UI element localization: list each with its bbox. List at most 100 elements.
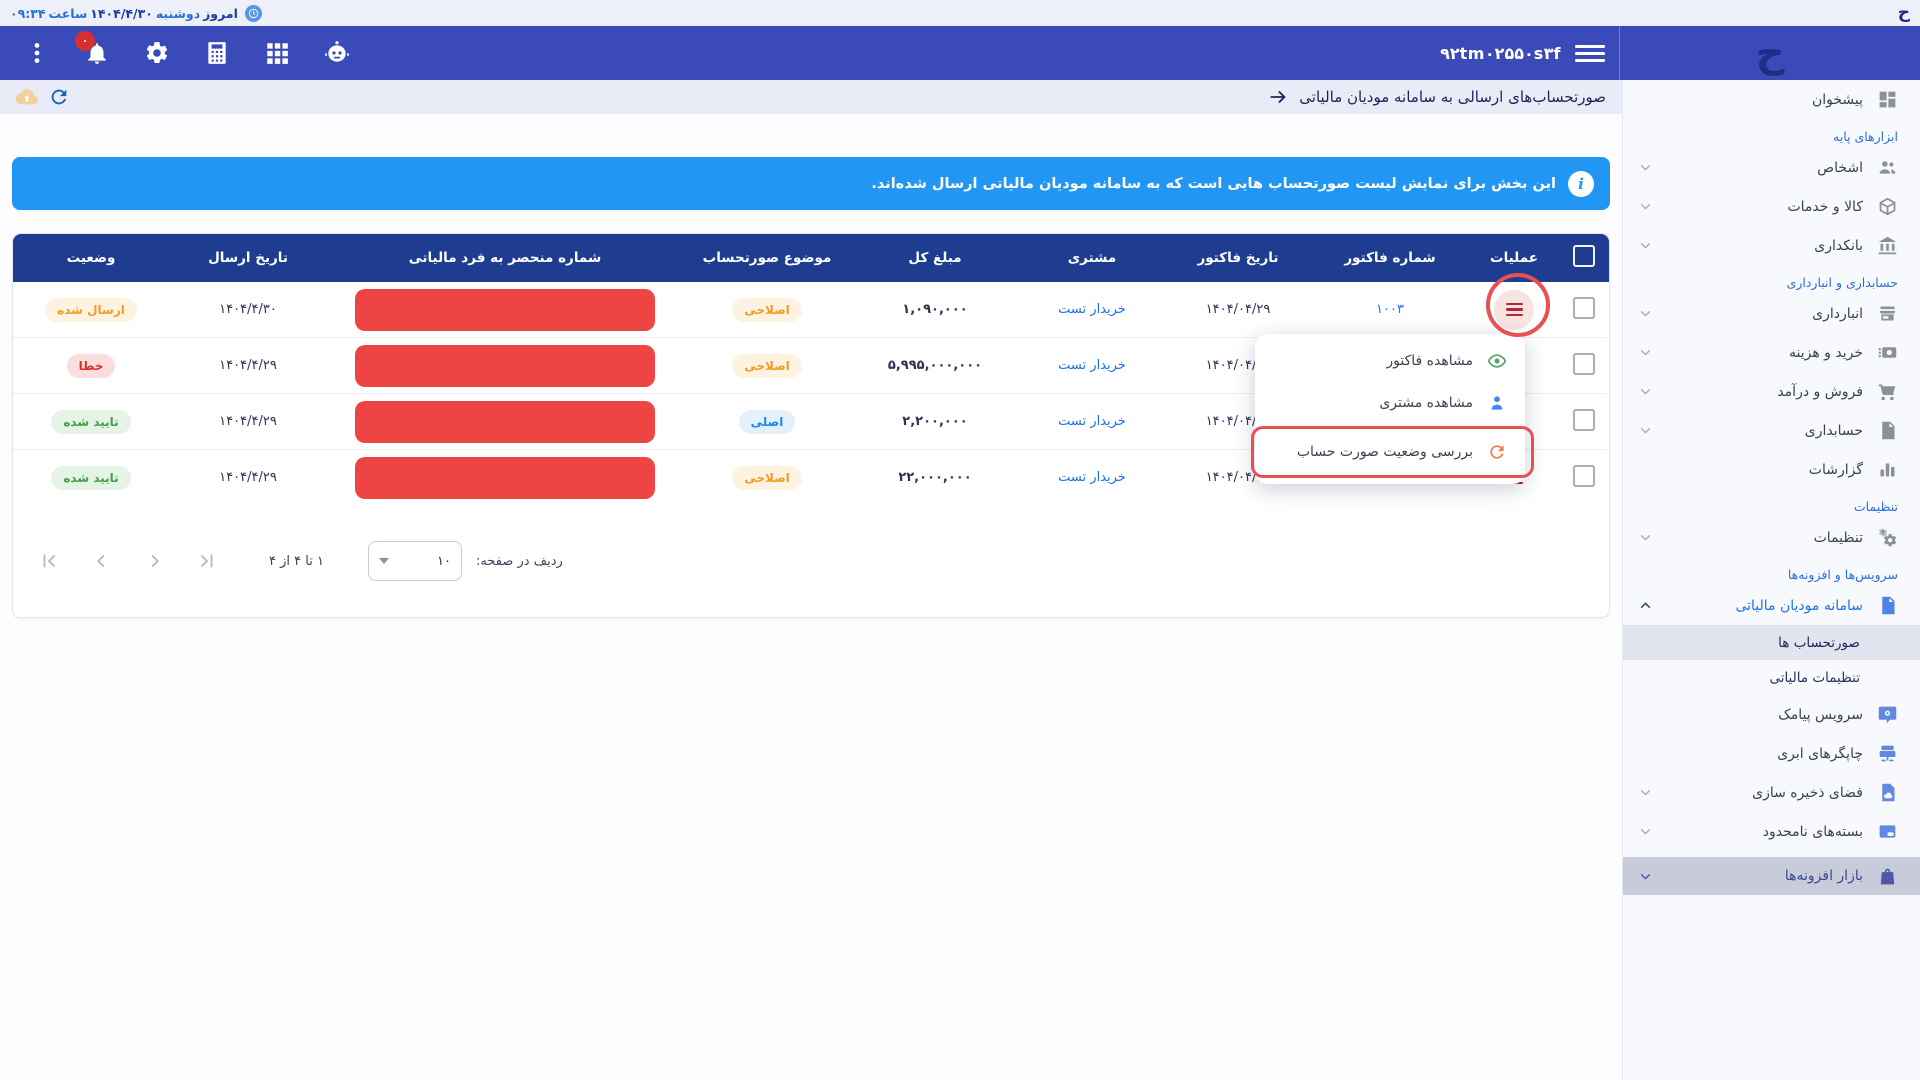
- bank-icon: [1877, 235, 1898, 256]
- sidebar-item-people[interactable]: اشخاص: [1623, 148, 1920, 187]
- chevron-down-icon: [1637, 159, 1654, 176]
- sent-date: ۱۴۰۴/۴/۲۹: [169, 450, 327, 506]
- kebab-menu-icon[interactable]: [24, 40, 50, 66]
- status-badge: ارسال شده: [45, 298, 137, 322]
- sent-date: ۱۴۰۴/۴/۲۹: [169, 394, 327, 450]
- sidebar-section-services: سرویس‌ها و افزونه‌ها: [1623, 557, 1920, 586]
- cart-icon: [1877, 381, 1898, 402]
- refresh-icon[interactable]: [48, 86, 70, 108]
- tax-uid-redacted: [355, 401, 655, 443]
- col-total: مبلغ کل: [851, 234, 1019, 282]
- previous-page-button[interactable]: [91, 550, 113, 572]
- rows-per-page-value: ۱۰: [437, 554, 451, 569]
- invoice-number-link[interactable]: ۱۰۰۳: [1376, 302, 1404, 317]
- workspace-id[interactable]: ۹۲tm۰۲۵۵۰s۳f: [1440, 44, 1561, 63]
- header-select-all[interactable]: [1559, 234, 1609, 282]
- sidebar-logo-zone: ح: [1619, 26, 1920, 80]
- sidebar-item-banking[interactable]: بانکداری: [1623, 226, 1920, 265]
- chevron-down-icon: [1637, 305, 1654, 322]
- app-window: ح امروز دوشنبه ۱۴۰۴/۴/۳۰ ساعت ۰۹:۳۴ ح ۹۲…: [0, 0, 1920, 1080]
- sidebar-item-dashboard[interactable]: پیشخوان: [1623, 80, 1920, 119]
- customer-link[interactable]: خریدار تست: [1058, 358, 1126, 373]
- chart-icon: [1877, 459, 1898, 480]
- last-page-button[interactable]: [195, 550, 217, 572]
- subject-badge: اصلاحی: [732, 298, 802, 322]
- rows-per-page-label: ردیف در صفحه:: [476, 554, 563, 569]
- today-label: امروز: [203, 6, 238, 21]
- sidebar-item-unlimited-packages[interactable]: بسته‌های نامحدود: [1623, 812, 1920, 851]
- customer-link[interactable]: خریدار تست: [1058, 414, 1126, 429]
- menu-item-label: بررسی وضعیت صورت حساب: [1297, 444, 1473, 460]
- people-icon: [1877, 157, 1898, 178]
- customer-link[interactable]: خریدار تست: [1058, 470, 1126, 485]
- sidebar-section-basics: ابزارهای پایه: [1623, 119, 1920, 148]
- apps-grid-icon[interactable]: [264, 40, 290, 66]
- menu-toggle-icon[interactable]: [1575, 38, 1605, 68]
- row-checkbox[interactable]: [1573, 409, 1595, 431]
- sidebar-item-tax-system[interactable]: سامانه مودیان مالیاتی: [1623, 586, 1920, 625]
- menu-item-view-customer[interactable]: مشاهده مشتری: [1255, 382, 1525, 424]
- date-value: ۱۴۰۴/۴/۳۰: [90, 6, 153, 21]
- row-actions-menu: مشاهده فاکتور مشاهده مشتری بررسی وضعیت ص…: [1255, 334, 1525, 484]
- back-arrow-icon[interactable]: [1267, 86, 1289, 108]
- menu-item-view-invoice[interactable]: مشاهده فاکتور: [1255, 340, 1525, 382]
- sidebar: پیشخوان ابزارهای پایه اشخاص کالا و خدمات…: [1622, 80, 1920, 1080]
- cloud-upload-icon[interactable]: [16, 86, 38, 108]
- notifications-bell-icon[interactable]: ۰: [84, 40, 110, 66]
- calculator-icon[interactable]: [204, 40, 230, 66]
- col-customer: مشتری: [1019, 234, 1165, 282]
- menu-item-label: مشاهده مشتری: [1379, 395, 1473, 411]
- sent-date: ۱۴۰۴/۴/۲۹: [169, 338, 327, 394]
- menu-item-label: مشاهده فاکتور: [1386, 353, 1473, 369]
- first-page-button[interactable]: [39, 550, 61, 572]
- sidebar-item-accounting[interactable]: حسابداری: [1623, 411, 1920, 450]
- sidebar-subitem-invoices[interactable]: صورتحساب ها: [1623, 625, 1920, 660]
- status-badge: تایید شده: [51, 410, 130, 434]
- chevron-down-icon: [1637, 784, 1654, 801]
- sidebar-item-goods-services[interactable]: کالا و خدمات: [1623, 187, 1920, 226]
- sidebar-item-sales[interactable]: فروش و درآمد: [1623, 372, 1920, 411]
- sent-date: ۱۴۰۴/۴/۳۰: [169, 282, 327, 338]
- chevron-down-icon: [1637, 422, 1654, 439]
- status-badge: تایید شده: [51, 466, 130, 490]
- storage-icon: [1877, 782, 1898, 803]
- sidebar-item-purchases[interactable]: خرید و هزینه: [1623, 333, 1920, 372]
- dashboard-icon: [1877, 89, 1898, 110]
- row-checkbox[interactable]: [1573, 465, 1595, 487]
- sidebar-item-addons-market[interactable]: بازار افزونه‌ها: [1623, 857, 1920, 895]
- assistant-bot-icon[interactable]: [324, 40, 350, 66]
- tax-uid-redacted: [355, 289, 655, 331]
- sidebar-item-sms-service[interactable]: سرویس پیامک: [1623, 695, 1920, 734]
- select-all-checkbox[interactable]: [1573, 245, 1595, 267]
- sidebar-item-reports[interactable]: گزارشات: [1623, 450, 1920, 489]
- sidebar-item-storage[interactable]: فضای ذخیره سازی: [1623, 773, 1920, 812]
- settings-gear-icon[interactable]: [144, 40, 170, 66]
- total-amount: ۵,۹۹۵,۰۰۰,۰۰۰: [851, 338, 1019, 394]
- cash-icon: [1877, 342, 1898, 363]
- person-icon: [1487, 393, 1507, 413]
- table-header-row: عملیات شماره فاکتور تاریخ فاکتور مشتری م…: [13, 234, 1609, 282]
- sidebar-item-warehouse[interactable]: انبارداری: [1623, 294, 1920, 333]
- chevron-down-icon: [1637, 823, 1654, 840]
- rows-per-page-select[interactable]: ۱۰: [368, 541, 462, 581]
- sidebar-item-cloud-printers[interactable]: چاپگرهای ابری: [1623, 734, 1920, 773]
- sidebar-subitem-tax-settings[interactable]: تنظیمات مالیاتی: [1623, 660, 1920, 695]
- col-subject: موضوع صورتحساب: [683, 234, 851, 282]
- menu-item-check-status[interactable]: بررسی وضعیت صورت حساب: [1251, 426, 1534, 478]
- customer-link[interactable]: خریدار تست: [1058, 302, 1126, 317]
- sidebar-item-settings[interactable]: تنظیمات: [1623, 518, 1920, 557]
- col-tax-uid: شماره منحصر به فرد مالیاتی: [327, 234, 683, 282]
- tax-uid-redacted: [355, 345, 655, 387]
- chevron-down-icon: [1637, 529, 1654, 546]
- chevron-down-icon: [1637, 868, 1654, 885]
- subject-badge: اصلاحی: [732, 466, 802, 490]
- total-amount: ۲۲,۰۰۰,۰۰۰: [851, 450, 1019, 506]
- chevron-down-icon: [1637, 383, 1654, 400]
- system-topbar: ح امروز دوشنبه ۱۴۰۴/۴/۳۰ ساعت ۰۹:۳۴: [0, 0, 1920, 26]
- row-actions-button[interactable]: [1494, 290, 1534, 330]
- cloud-printer-icon: [1877, 743, 1898, 764]
- next-page-button[interactable]: [143, 550, 165, 572]
- row-checkbox[interactable]: [1573, 353, 1595, 375]
- row-checkbox[interactable]: [1573, 297, 1595, 319]
- chevron-down-icon: [1637, 344, 1654, 361]
